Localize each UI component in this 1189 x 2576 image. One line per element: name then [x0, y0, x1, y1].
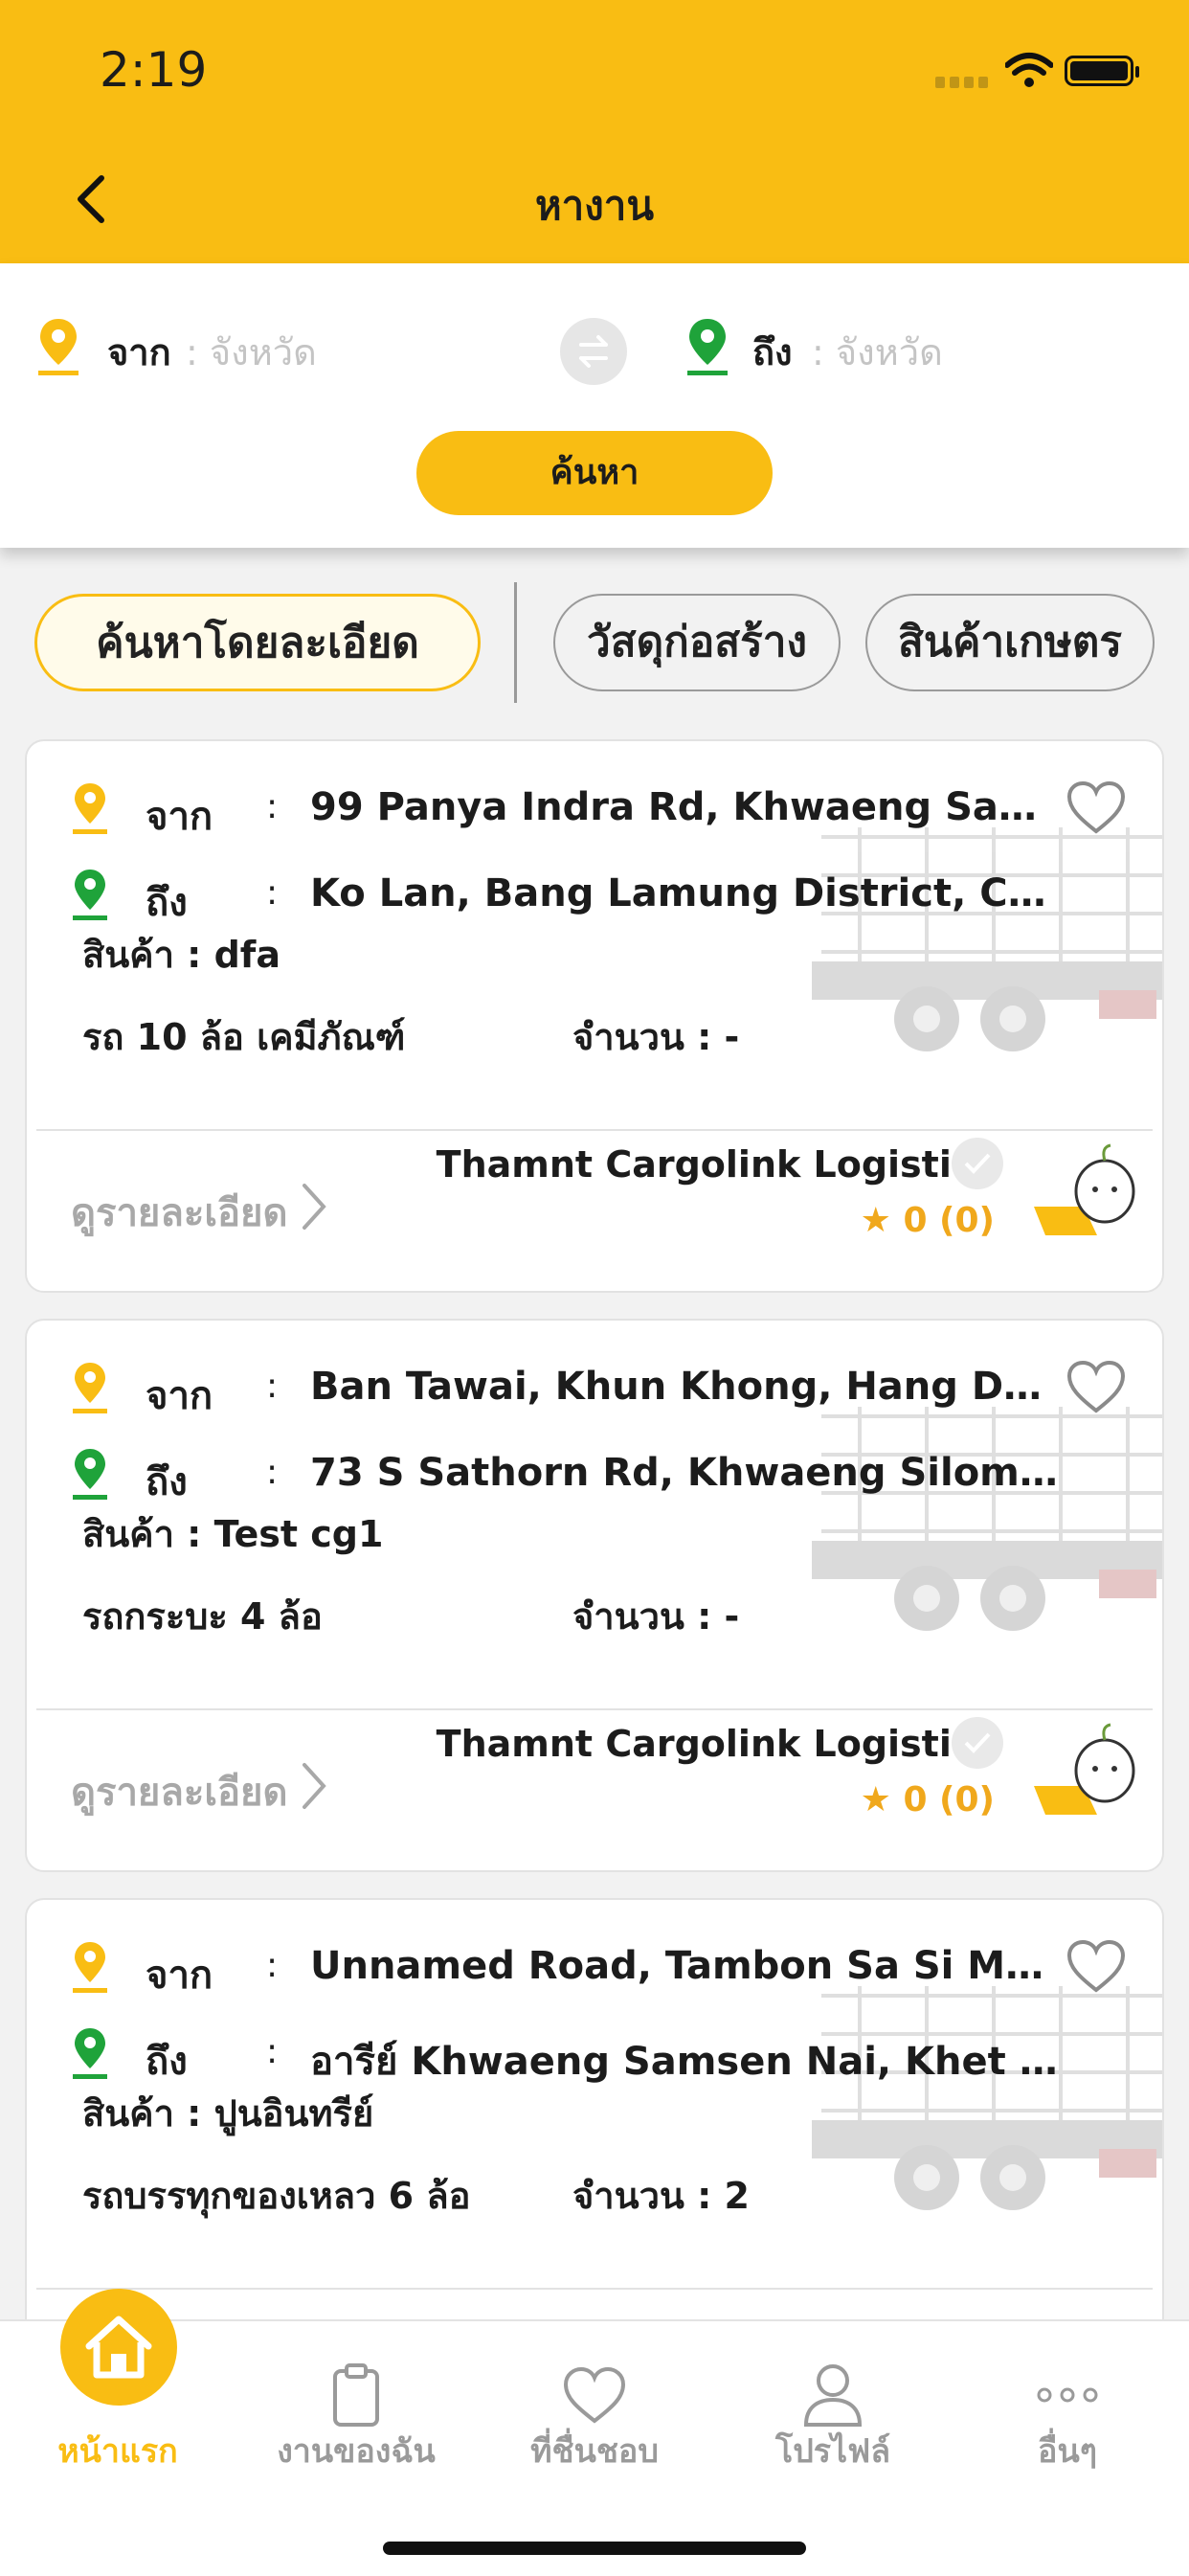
truck-image [812, 827, 1162, 1051]
bottom-tab-bar: หน้าแรก งานของฉัน ที่ชื่นชอบ โปรไฟล์ อื่… [0, 2289, 1189, 2576]
clipboard-icon[interactable] [322, 2361, 391, 2429]
destination-pin-icon [73, 1449, 107, 1500]
to-label: ถึง [146, 881, 188, 925]
destination-pin-icon [687, 319, 728, 375]
vehicle-type: รถ 10 ล้อ เคมีภัณฑ์ [82, 1016, 406, 1058]
destination-address: Ko Lan, Bang Lamung District, Chon... [310, 871, 1066, 915]
job-card[interactable]: จาก : 99 Panya Indra Rd, Khwaeng Sam Wa.… [25, 739, 1164, 1293]
origin-address: Ban Tawai, Khun Khong, Hang Dong... [310, 1365, 1066, 1409]
battery-icon [1065, 56, 1139, 86]
page-title: หางาน [534, 182, 655, 229]
truck-image [812, 1986, 1162, 2210]
card-divider [36, 1708, 1153, 1710]
to-label: ถึง [146, 1460, 188, 1504]
quantity-text: จำนวน : - [572, 1016, 740, 1058]
verified-check-icon [952, 1717, 1003, 1769]
to-label: ถึง [752, 331, 793, 373]
colon: : [266, 1367, 279, 1406]
cellular-signal-icon [935, 77, 988, 88]
card-divider [36, 1129, 1153, 1131]
destination-address: 73 S Sathorn Rd, Khwaeng Silom, Khe... [310, 1451, 1066, 1495]
star-icon: ★ [860, 1780, 891, 1819]
tab-more[interactable]: อื่นๆ [962, 2425, 1173, 2476]
colon: : [266, 873, 279, 913]
chevron-right-icon [303, 1763, 326, 1809]
rating-value: 0 (0) [903, 1780, 995, 1819]
tab-home-label[interactable]: หน้าแรก [12, 2425, 223, 2476]
chevron-right-icon [303, 1184, 326, 1230]
to-label: ถึง [146, 2040, 188, 2084]
from-province-input[interactable]: : จังหวัด [186, 323, 317, 381]
origin-pin-icon [73, 1363, 107, 1413]
origin-pin-icon [73, 783, 107, 834]
tab-favorites[interactable]: ที่ชื่นชอบ [489, 2425, 700, 2476]
colon: : [266, 2032, 279, 2071]
home-icon [85, 2316, 152, 2379]
tab-home[interactable] [60, 2289, 177, 2406]
favorite-heart-icon[interactable] [1066, 780, 1127, 835]
destination-pin-icon [73, 2028, 107, 2079]
destination-address: อารีย์ Khwaeng Samsen Nai, Khet Pha... [310, 2040, 1066, 2084]
from-label: จาก [107, 331, 171, 373]
rating: ★ 0 (0) [861, 1201, 995, 1240]
vehicle-type: รถบรรทุกของเหลว 6 ล้อ [82, 2175, 471, 2217]
filter-construction-materials[interactable]: วัสดุก่อสร้าง [553, 594, 841, 691]
verified-check-icon [952, 1138, 1003, 1189]
heart-icon[interactable] [560, 2361, 629, 2429]
star-icon: ★ [860, 1201, 891, 1240]
origin-pin-icon [73, 1942, 107, 1993]
quantity-text: จำนวน : 2 [572, 2175, 750, 2217]
search-button[interactable]: ค้นหา [416, 431, 773, 515]
tab-profile[interactable]: โปรไฟล์ [728, 2425, 938, 2476]
origin-address: Unnamed Road, Tambon Sa Si Mum,... [310, 1944, 1066, 1988]
origin-pin-icon [38, 319, 79, 375]
colon: : [266, 1946, 279, 1985]
status-time: 2:19 [100, 42, 208, 98]
company-name: Thamnt Cargolink Logistics [436, 1143, 995, 1186]
truck-image [812, 1407, 1162, 1631]
card-divider [36, 2288, 1153, 2290]
to-province-input[interactable]: : จังหวัด [812, 323, 943, 381]
home-indicator [383, 2542, 806, 2555]
from-label: จาก [146, 795, 213, 839]
app-header: 2:19 หางาน [0, 0, 1189, 263]
quantity-text: จำนวน : - [572, 1595, 740, 1638]
swap-icon [579, 335, 608, 368]
rating-value: 0 (0) [903, 1201, 995, 1240]
goods-text: สินค้า : ปูนอินทรีย์ [82, 2092, 374, 2135]
company-name: Thamnt Cargolink Logistics [436, 1723, 995, 1765]
from-label: จาก [146, 1374, 213, 1418]
favorite-heart-icon[interactable] [1066, 1359, 1127, 1414]
company-avatar [1034, 1723, 1135, 1815]
search-panel: จาก : จังหวัด ถึง : จังหวัด ค้นหา [0, 263, 1189, 548]
company-avatar [1034, 1143, 1135, 1235]
destination-pin-icon [73, 870, 107, 920]
colon: : [266, 1453, 279, 1492]
goods-text: สินค้า : Test cg1 [82, 1513, 384, 1555]
swap-locations-button[interactable] [560, 318, 627, 385]
filter-agricultural-products[interactable]: สินค้าเกษตร [865, 594, 1155, 691]
wifi-icon [1005, 53, 1053, 87]
favorite-heart-icon[interactable] [1066, 1938, 1127, 1994]
person-icon[interactable] [798, 2361, 867, 2429]
filter-advanced-search[interactable]: ค้นหาโดยละเอียด [34, 594, 481, 691]
goods-text: สินค้า : dfa [82, 934, 280, 976]
origin-address: 99 Panya Indra Rd, Khwaeng Sam Wa... [310, 785, 1066, 829]
view-detail-link[interactable]: ดูรายละเอียด [71, 1182, 287, 1243]
rating: ★ 0 (0) [861, 1780, 995, 1819]
from-label: จาก [146, 1954, 213, 1998]
tab-my-jobs[interactable]: งานของฉัน [251, 2425, 461, 2476]
colon: : [266, 787, 279, 826]
chip-divider [514, 582, 517, 703]
more-icon[interactable] [1033, 2361, 1102, 2429]
job-card[interactable]: จาก : Ban Tawai, Khun Khong, Hang Dong..… [25, 1319, 1164, 1872]
view-detail-link[interactable]: ดูรายละเอียด [71, 1761, 287, 1822]
vehicle-type: รถกระบะ 4 ล้อ [82, 1595, 323, 1638]
